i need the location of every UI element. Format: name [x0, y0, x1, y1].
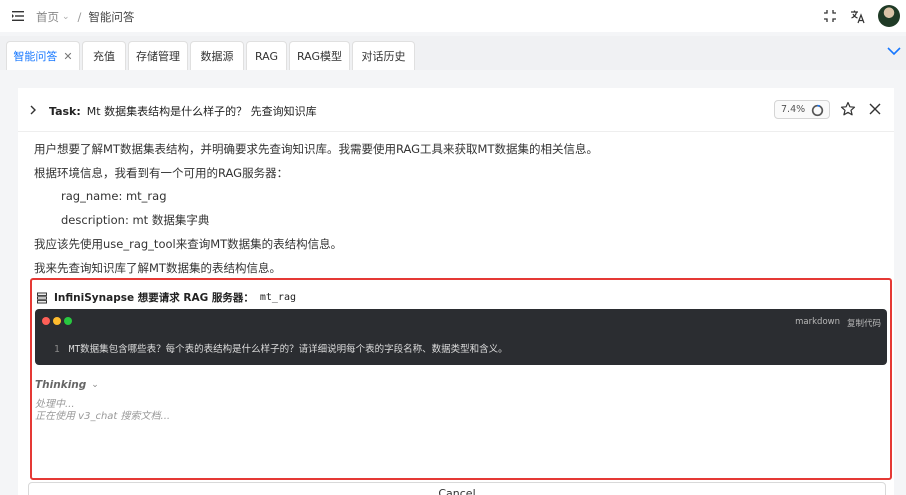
copy-code-button[interactable]: 复制代码	[847, 317, 881, 329]
thinking-toggle[interactable]: Thinking ⌄	[35, 379, 99, 391]
green-dot-icon	[64, 317, 72, 325]
tab-rag[interactable]: RAG	[246, 41, 287, 70]
rag-server-name: mt_rag	[259, 292, 297, 303]
top-bar: 首页 ⌄ / 智能问答	[0, 0, 906, 32]
assistant-message: 我来先查询知识库了解MT数据集的表结构信息。	[34, 261, 281, 275]
tab-label: 存储管理	[136, 50, 180, 63]
tab-label: 智能问答	[13, 50, 58, 63]
progress-text: 7.4%	[781, 104, 806, 115]
code-line: 1 MT数据集包含哪些表？每个表的表结构是什么样子的？请详细说明每个表的字段名称、…	[54, 341, 508, 355]
assistant-message: rag_name: mt_rag	[61, 189, 167, 203]
window-dots	[42, 317, 75, 325]
tab-smart-qa[interactable]: 智能问答 ✕	[6, 41, 80, 70]
tab-datasource[interactable]: 数据源	[190, 41, 244, 70]
assistant-message: 根据环境信息，我看到有一个可用的RAG服务器：	[34, 166, 289, 180]
tool-request-header: InfiniSynapse 想要请求 RAG 服务器： mt_rag	[36, 290, 296, 305]
close-icon[interactable]: ✕	[63, 50, 72, 63]
star-icon[interactable]	[840, 101, 856, 117]
task-text: Mt 数据集表结构是什么样子的？ 先查询知识库	[86, 105, 317, 118]
yellow-dot-icon	[53, 317, 61, 325]
tab-chat-history[interactable]: 对话历史	[352, 41, 415, 70]
chevron-down-icon: ⌄	[91, 380, 99, 390]
tab-label: 充值	[93, 50, 115, 63]
tab-rag-model[interactable]: RAG模型	[289, 41, 350, 70]
tab-label: 对话历史	[361, 50, 406, 63]
tab-bar: 智能问答 ✕ 充值 存储管理 数据源 RAG RAG模型 对话历史	[0, 36, 906, 70]
breadcrumb-home[interactable]: 首页	[36, 9, 59, 25]
tab-label: 数据源	[200, 50, 234, 63]
task-title: Task: Mt 数据集表结构是什么样子的？ 先查询知识库	[49, 103, 317, 119]
code-block: markdown 复制代码 1 MT数据集包含哪些表？每个表的表结构是什么样子的？…	[35, 309, 887, 365]
breadcrumb-current: 智能问答	[88, 10, 135, 24]
task-header: Task: Mt 数据集表结构是什么样子的？ 先查询知识库 7.4%	[18, 88, 894, 132]
fullscreen-icon[interactable]	[818, 4, 842, 28]
tab-label: RAG模型	[296, 50, 343, 63]
chevron-down-icon[interactable]	[886, 44, 902, 58]
breadcrumb-separator: /	[77, 10, 82, 24]
progress-ring-icon	[811, 104, 824, 117]
thinking-label: Thinking	[35, 379, 87, 391]
cancel-button[interactable]: Cancel	[28, 482, 886, 495]
rag-tool-request: InfiniSynapse 想要请求 RAG 服务器： mt_rag markd…	[30, 278, 892, 480]
close-icon[interactable]	[868, 102, 882, 116]
database-icon	[37, 292, 47, 304]
progress-indicator: 7.4%	[774, 100, 830, 119]
breadcrumb: 首页 ⌄ / 智能问答	[36, 9, 134, 25]
red-dot-icon	[42, 317, 50, 325]
assistant-message: 我应该先使用use_rag_tool来查询MT数据集的表结构信息。	[34, 237, 343, 251]
thinking-status: 正在使用 v3_chat 搜索文档...	[35, 411, 171, 422]
chevron-right-icon[interactable]	[28, 104, 38, 116]
tab-recharge[interactable]: 充值	[82, 41, 126, 70]
code-language: markdown	[795, 317, 840, 327]
line-number: 1	[54, 344, 60, 355]
translate-icon[interactable]	[845, 4, 869, 28]
assistant-message: 用户想要了解MT数据集表结构，并明确要求先查询知识库。我需要使用RAG工具来获取…	[34, 142, 598, 156]
tab-label: RAG	[254, 49, 279, 63]
menu-toggle-icon[interactable]	[10, 8, 26, 24]
task-prefix: Task:	[49, 105, 81, 118]
code-text: MT数据集包含哪些表？每个表的表结构是什么样子的？请详细说明每个表的字段名称、数…	[68, 344, 508, 355]
assistant-message: description: mt 数据集字典	[61, 213, 210, 227]
top-right-toolbar	[815, 4, 900, 28]
tool-request-agent: InfiniSynapse 想要请求 RAG 服务器：	[54, 292, 254, 304]
tab-storage[interactable]: 存储管理	[128, 41, 188, 70]
chat-panel: Task: Mt 数据集表结构是什么样子的？ 先查询知识库 7.4% 用户想要了解…	[18, 88, 894, 495]
chevron-down-icon[interactable]: ⌄	[62, 12, 70, 22]
user-avatar[interactable]	[878, 5, 900, 27]
